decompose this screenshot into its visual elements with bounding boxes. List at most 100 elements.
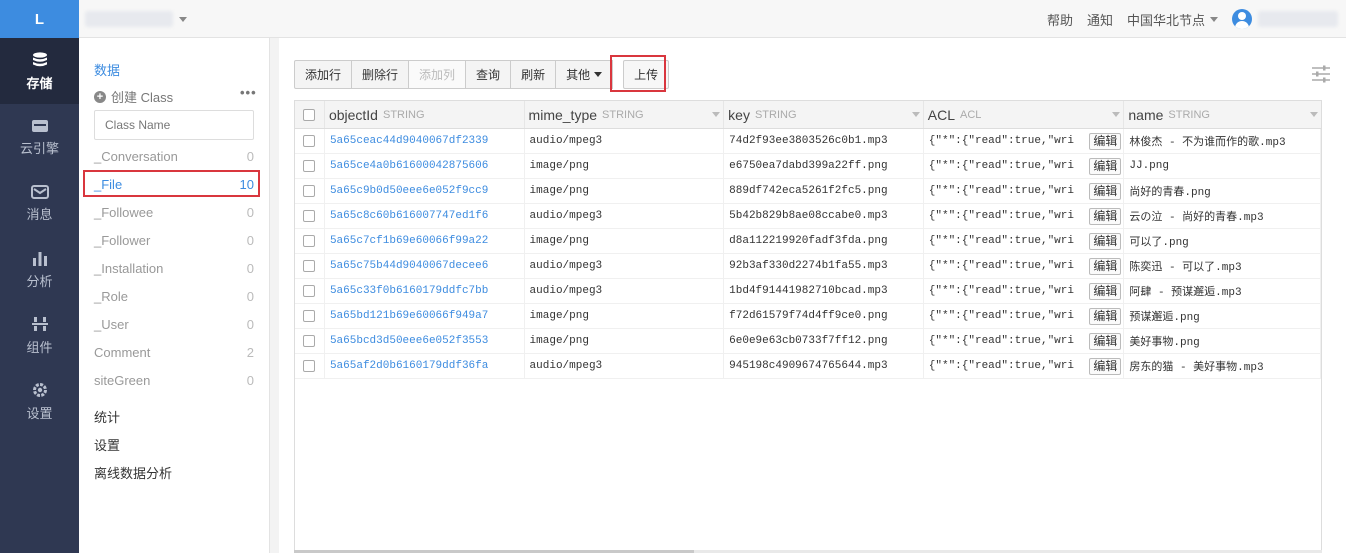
objectid-link[interactable]: 5a65af2d0b6160179ddf36fa (330, 360, 488, 372)
objectid-link[interactable]: 5a65c8c60b616007747ed1f6 (330, 210, 488, 222)
key-cell[interactable]: 92b3af330d2274b1fa55.mp3 (724, 254, 924, 278)
acl-cell[interactable]: {"*":{"read":true,"wri 编辑 (924, 154, 1125, 178)
offline-analysis-link[interactable]: 离线数据分析 (94, 460, 172, 488)
key-cell[interactable]: 889df742eca5261f2fc5.png (724, 179, 924, 203)
edit-acl-button[interactable]: 编辑 (1089, 232, 1122, 250)
nav-item-analytics[interactable]: 分析 (0, 236, 79, 302)
objectid-cell[interactable]: 5a65bd121b69e60066f949a7 (325, 304, 525, 328)
edit-acl-button[interactable]: 编辑 (1089, 307, 1122, 325)
mime-type-cell[interactable]: image/png (525, 304, 725, 328)
edit-acl-button[interactable]: 编辑 (1089, 357, 1122, 375)
acl-cell[interactable]: {"*":{"read":true,"wri 编辑 (924, 179, 1125, 203)
edit-acl-button[interactable]: 编辑 (1089, 332, 1122, 350)
edit-acl-button[interactable]: 编辑 (1089, 207, 1122, 225)
column-header-objectid[interactable]: objectId STRING (325, 101, 525, 128)
key-cell[interactable]: 5b42b829b8ae08ccabe0.mp3 (724, 204, 924, 228)
settings-link[interactable]: 设置 (94, 432, 172, 460)
objectid-cell[interactable]: 5a65c33f0b6160179ddfc7bb (325, 279, 525, 303)
mime-type-cell[interactable]: audio/mpeg3 (525, 254, 725, 278)
table-row[interactable]: 5a65c33f0b6160179ddfc7bb audio/mpeg3 1bd4f… (295, 279, 1321, 304)
class-item-followee[interactable]: _Followee 0 (94, 198, 254, 226)
column-header-mime-type[interactable]: mime_type STRING (525, 101, 725, 128)
acl-cell[interactable]: {"*":{"read":true,"wri 编辑 (924, 254, 1125, 278)
name-cell[interactable]: 房东的猫 - 美好事物.mp3 (1124, 354, 1321, 378)
name-cell[interactable]: 陈奕迅 - 可以了.mp3 (1124, 254, 1321, 278)
key-cell[interactable]: e6750ea7dabd399a22ff.png (724, 154, 924, 178)
acl-cell[interactable]: {"*":{"read":true,"wri 编辑 (924, 329, 1125, 353)
name-cell[interactable]: 云の泣 - 尚好的青春.mp3 (1124, 204, 1321, 228)
objectid-cell[interactable]: 5a65c9b0d50eee6e052f9cc9 (325, 179, 525, 203)
row-checkbox[interactable] (303, 310, 316, 322)
row-checkbox[interactable] (303, 285, 316, 297)
nav-item-storage[interactable]: 存储 (0, 38, 79, 104)
app-logo[interactable]: L (0, 0, 79, 38)
edit-acl-button[interactable]: 编辑 (1089, 282, 1122, 300)
objectid-link[interactable]: 5a65c7cf1b69e60066f99a22 (330, 235, 488, 247)
query-button[interactable]: 查询 (465, 60, 512, 89)
nav-item-components[interactable]: 组件 (0, 302, 79, 368)
statistics-link[interactable]: 统计 (94, 404, 172, 432)
objectid-cell[interactable]: 5a65c8c60b616007747ed1f6 (325, 204, 525, 228)
chevron-down-icon[interactable] (1309, 112, 1318, 117)
objectid-link[interactable]: 5a65bd121b69e60066f949a7 (330, 310, 488, 322)
row-checkbox[interactable] (303, 135, 316, 147)
other-dropdown-button[interactable]: 其他 (555, 60, 614, 89)
mime-type-cell[interactable]: image/png (525, 154, 725, 178)
delete-row-button[interactable]: 删除行 (351, 60, 410, 89)
acl-cell[interactable]: {"*":{"read":true,"wri 编辑 (924, 204, 1125, 228)
key-cell[interactable]: 1bd4f91441982710bcad.mp3 (724, 279, 924, 303)
objectid-link[interactable]: 5a65ce4a0b61600042875606 (330, 160, 488, 172)
table-row[interactable]: 5a65af2d0b6160179ddf36fa audio/mpeg3 94519… (295, 354, 1321, 379)
row-checkbox[interactable] (303, 335, 316, 347)
table-row[interactable]: 5a65c7cf1b69e60066f99a22 image/png d8a1122… (295, 229, 1321, 254)
select-all-checkbox[interactable] (303, 108, 316, 121)
user-menu[interactable] (1232, 9, 1338, 29)
name-cell[interactable]: 林俊杰 - 不为谁而作的歌.mp3 (1124, 129, 1321, 153)
key-cell[interactable]: 945198c4909674765644.mp3 (724, 354, 924, 378)
edit-acl-button[interactable]: 编辑 (1089, 257, 1122, 275)
column-header-name[interactable]: name STRING (1124, 101, 1321, 128)
mime-type-cell[interactable]: audio/mpeg3 (525, 279, 725, 303)
objectid-link[interactable]: 5a65c9b0d50eee6e052f9cc9 (330, 185, 488, 197)
acl-cell[interactable]: {"*":{"read":true,"wri 编辑 (924, 354, 1125, 378)
create-class-button[interactable]: + 创建 Class (94, 87, 173, 106)
class-item-follower[interactable]: _Follower 0 (94, 226, 254, 254)
class-item-role[interactable]: _Role 0 (94, 282, 254, 310)
acl-cell[interactable]: {"*":{"read":true,"wri 编辑 (924, 229, 1125, 253)
name-cell[interactable]: 尚好的青春.png (1124, 179, 1321, 203)
row-checkbox[interactable] (303, 160, 316, 172)
column-settings-icon[interactable] (1311, 65, 1331, 83)
class-item-sitegreen[interactable]: siteGreen 0 (94, 366, 254, 394)
mime-type-cell[interactable]: audio/mpeg3 (525, 204, 725, 228)
edit-acl-button[interactable]: 编辑 (1089, 157, 1122, 175)
region-selector[interactable]: 中国华北节点 (1127, 10, 1218, 29)
table-row[interactable]: 5a65ceac44d9040067df2339 audio/mpeg3 74d2f… (295, 129, 1321, 154)
objectid-link[interactable]: 5a65c75b44d9040067decee6 (330, 260, 488, 272)
objectid-link[interactable]: 5a65c33f0b6160179ddfc7bb (330, 285, 488, 297)
data-section-title[interactable]: 数据 (94, 60, 120, 79)
mime-type-cell[interactable]: image/png (525, 179, 725, 203)
table-row[interactable]: 5a65ce4a0b61600042875606 image/png e6750ea… (295, 154, 1321, 179)
objectid-link[interactable]: 5a65bcd3d50eee6e052f3553 (330, 335, 488, 347)
app-selector[interactable] (85, 9, 187, 29)
key-cell[interactable]: f72d61579f74d4ff9ce0.png (724, 304, 924, 328)
mime-type-cell[interactable]: image/png (525, 229, 725, 253)
mime-type-cell[interactable]: audio/mpeg3 (525, 354, 725, 378)
row-checkbox[interactable] (303, 360, 316, 372)
objectid-link[interactable]: 5a65ceac44d9040067df2339 (330, 135, 488, 147)
row-checkbox[interactable] (303, 210, 316, 222)
name-cell[interactable]: 可以了.png (1124, 229, 1321, 253)
acl-cell[interactable]: {"*":{"read":true,"wri 编辑 (924, 304, 1125, 328)
row-checkbox[interactable] (303, 185, 316, 197)
nav-item-messages[interactable]: 消息 (0, 170, 79, 236)
mime-type-cell[interactable]: audio/mpeg3 (525, 129, 725, 153)
table-row[interactable]: 5a65c75b44d9040067decee6 audio/mpeg3 92b3a… (295, 254, 1321, 279)
add-column-button[interactable]: 添加列 (408, 60, 467, 89)
objectid-cell[interactable]: 5a65bcd3d50eee6e052f3553 (325, 329, 525, 353)
table-row[interactable]: 5a65c9b0d50eee6e052f9cc9 image/png 889df74… (295, 179, 1321, 204)
class-item-user[interactable]: _User 0 (94, 310, 254, 338)
objectid-cell[interactable]: 5a65af2d0b6160179ddf36fa (325, 354, 525, 378)
class-item-installation[interactable]: _Installation 0 (94, 254, 254, 282)
help-link[interactable]: 帮助 (1047, 10, 1073, 29)
column-header-key[interactable]: key STRING (724, 101, 924, 128)
